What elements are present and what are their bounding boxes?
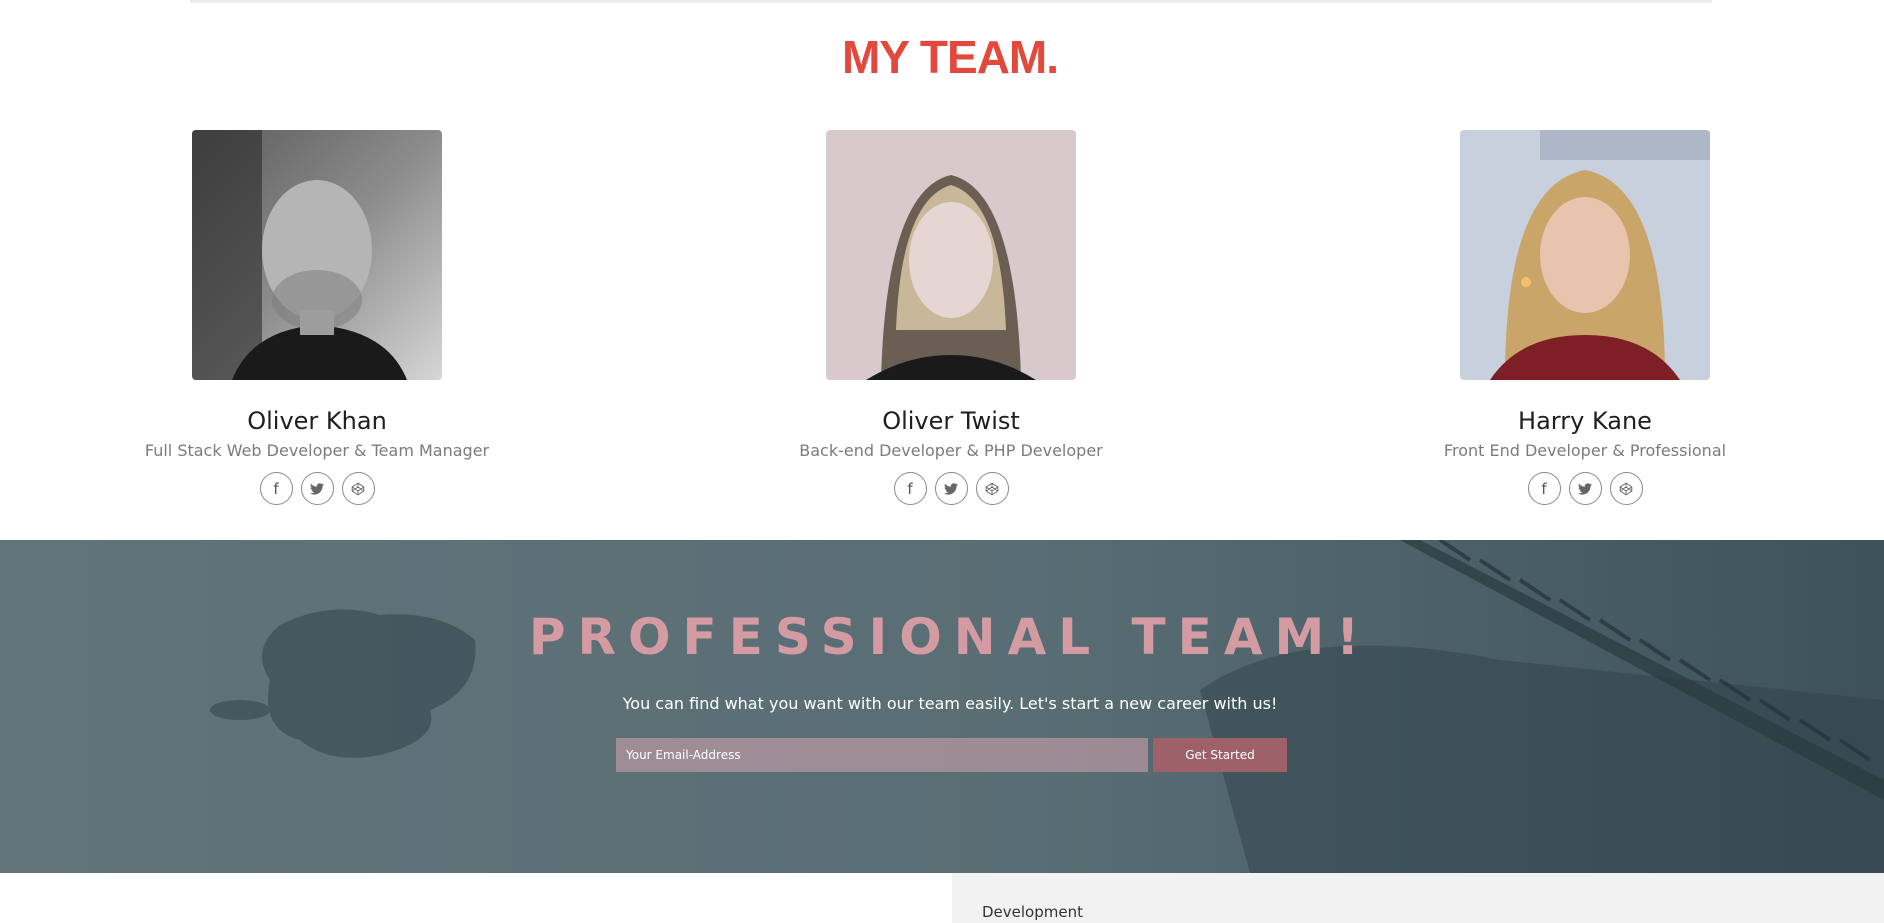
member-role: Full Stack Web Developer & Team Manager (144, 441, 490, 460)
twitter-icon[interactable] (1568, 472, 1602, 505)
member-role: Front End Developer & Professional (1443, 441, 1727, 460)
social-links: f (107, 472, 527, 505)
facebook-icon[interactable]: f (893, 472, 927, 505)
team-member-card: Harry Kane Front End Developer & Profess… (1375, 130, 1795, 505)
facebook-icon[interactable]: f (259, 472, 293, 505)
codepen-icon[interactable] (1609, 472, 1643, 505)
banner-subtitle: You can find what you want with our team… (622, 694, 1278, 713)
facebook-icon[interactable]: f (1527, 472, 1561, 505)
email-input[interactable] (616, 738, 1148, 772)
member-name: Harry Kane (1518, 407, 1652, 435)
page: MY TEAM. Oliver Khan Full Stack Web Deve… (0, 0, 1884, 923)
codepen-icon[interactable] (975, 472, 1009, 505)
member-name: Oliver Twist (882, 407, 1020, 435)
member-photo (192, 130, 442, 380)
social-links: f (741, 472, 1161, 505)
member-role: Back-end Developer & PHP Developer (799, 441, 1103, 460)
team-member-card: Oliver Twist Back-end Developer & PHP De… (741, 130, 1161, 505)
team-section-title: MY TEAM. (841, 31, 1059, 83)
member-photo (1460, 130, 1710, 380)
divider (190, 0, 1712, 3)
twitter-icon[interactable] (934, 472, 968, 505)
member-photo (826, 130, 1076, 380)
member-name: Oliver Khan (247, 407, 387, 435)
development-label: Development (982, 903, 1083, 921)
team-member-card: Oliver Khan Full Stack Web Developer & T… (107, 130, 527, 505)
bottom-panel (952, 873, 1884, 923)
get-started-button[interactable]: Get Started (1153, 738, 1287, 772)
codepen-icon[interactable] (341, 472, 375, 505)
social-links: f (1375, 472, 1795, 505)
banner-title: PROFESSIONAL TEAM! (528, 608, 1372, 666)
twitter-icon[interactable] (300, 472, 334, 505)
